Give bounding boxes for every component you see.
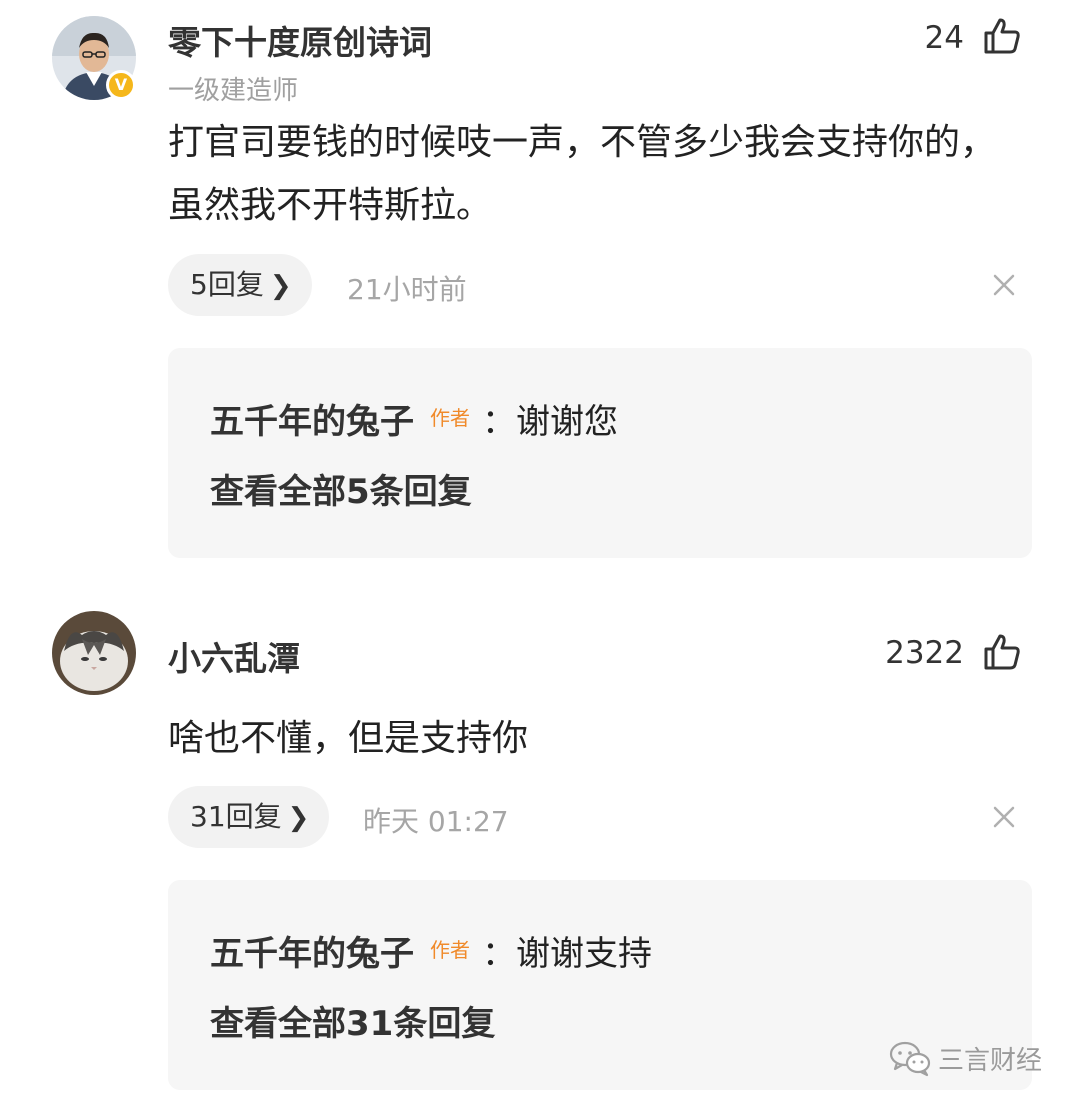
watermark-text: 三言财经 (938, 1045, 1043, 1076)
reply-line: 五千年的兔子 作者 ：谢谢支持 (210, 926, 652, 975)
avatar[interactable] (52, 611, 136, 695)
username[interactable]: 小六乱潭 (168, 632, 300, 680)
replies-label: 31回复 (190, 800, 282, 833)
reply-text: ：谢谢您 (482, 402, 618, 442)
replies-label: 5回复 (190, 268, 264, 301)
like-count: 2322 (885, 635, 964, 671)
comment-text: 打官司要钱的时候吱一声，不管多少我会支持你的，虽然我不开特斯拉。 (168, 122, 997, 226)
thumbs-up-icon[interactable] (982, 16, 1022, 56)
close-icon[interactable] (990, 271, 1018, 299)
reply-preview[interactable]: 五千年的兔子 作者 ：谢谢您 查看全部5条回复 (168, 348, 1032, 558)
chevron-right-icon: ❯ (269, 271, 292, 301)
user-title: 一级建造师 (168, 76, 299, 106)
replies-button[interactable]: 5回复 ❯ (168, 254, 312, 316)
timestamp: 21小时前 (347, 273, 467, 306)
close-icon[interactable] (990, 803, 1018, 831)
wechat-icon (889, 1041, 931, 1077)
comment-text: 啥也不懂，但是支持你 (168, 718, 529, 759)
like-count: 24 (924, 20, 964, 56)
reply-author[interactable]: 五千年的兔子 (210, 402, 414, 442)
watermark: 三言财经 (888, 1036, 1042, 1080)
thumbs-up-icon[interactable] (982, 632, 1022, 672)
timestamp: 昨天 01:27 (363, 805, 509, 838)
author-tag: 作者 (430, 406, 470, 430)
author-tag: 作者 (430, 938, 470, 962)
verified-badge-icon: V (106, 70, 136, 100)
view-all-replies-link[interactable]: 查看全部31条回复 (210, 996, 495, 1045)
reply-author[interactable]: 五千年的兔子 (210, 934, 414, 974)
chevron-right-icon: ❯ (287, 803, 310, 833)
reply-text: ：谢谢支持 (482, 934, 652, 974)
replies-button[interactable]: 31回复 ❯ (168, 786, 330, 848)
view-all-replies-link[interactable]: 查看全部5条回复 (210, 464, 472, 513)
username[interactable]: 零下十度原创诗词 (168, 16, 432, 64)
reply-line: 五千年的兔子 作者 ：谢谢您 (210, 394, 618, 443)
